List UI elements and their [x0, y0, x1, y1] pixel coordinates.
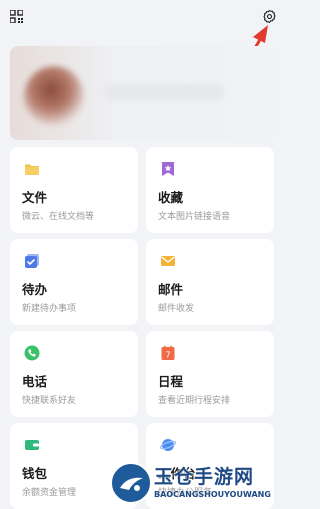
planet-icon [160, 439, 176, 451]
app-card-subtitle: 快捷联系好友 [22, 396, 77, 406]
bookmark-star-icon [162, 162, 174, 176]
app-card-subtitle: 微云、在线文档等 [22, 212, 95, 222]
app-card-subtitle: 文本图片链接语音 [158, 212, 231, 222]
app-card-subtitle: 余额资金管理 [22, 488, 77, 498]
app-card-todo[interactable]: 待办 新建待办事项 [10, 239, 138, 325]
app-card-title: 日程 [158, 374, 184, 389]
watermark-text: 玉仓手游网 [154, 466, 255, 488]
app-card-favorites[interactable]: 收藏 文本图片链接语音 [146, 147, 274, 233]
phone-icon [24, 345, 40, 361]
app-card-files[interactable]: 文件 微云、在线文档等 [10, 147, 138, 233]
svg-text:7: 7 [165, 351, 170, 360]
app-card-title: 钱包 [22, 466, 48, 481]
app-card-subtitle: 新建待办事项 [22, 304, 77, 314]
app-card-title: 电话 [22, 374, 48, 389]
qr-code-icon[interactable] [10, 10, 23, 23]
app-card-mail[interactable]: 邮件 邮件收发 [146, 239, 274, 325]
gear-icon[interactable] [262, 9, 277, 24]
app-card-calendar[interactable]: 7 日程 查看近期行程安排 [146, 331, 274, 417]
app-card-title: 邮件 [158, 282, 184, 297]
profile-card[interactable] [10, 46, 274, 140]
todo-icon [25, 254, 39, 268]
app-card-title: 文件 [22, 190, 48, 205]
folder-icon [25, 164, 39, 175]
mail-icon [161, 256, 175, 266]
app-card-title: 待办 [22, 282, 48, 297]
watermark: 玉仓手游网 BAOCANGSHOUYOUWANG [110, 460, 295, 507]
calendar-icon: 7 [161, 345, 175, 360]
app-card-subtitle: 查看近期行程安排 [158, 396, 231, 406]
profile-name-blurred [105, 84, 225, 100]
app-card-subtitle: 邮件收发 [158, 304, 195, 314]
watermark-logo-icon [110, 462, 152, 504]
wallet-icon [25, 440, 39, 450]
top-bar [0, 0, 295, 34]
watermark-subtext: BAOCANGSHOUYOUWANG [154, 490, 271, 499]
app-card-phone[interactable]: 电话 快捷联系好友 [10, 331, 138, 417]
app-card-title: 收藏 [158, 190, 184, 205]
avatar [24, 66, 84, 126]
